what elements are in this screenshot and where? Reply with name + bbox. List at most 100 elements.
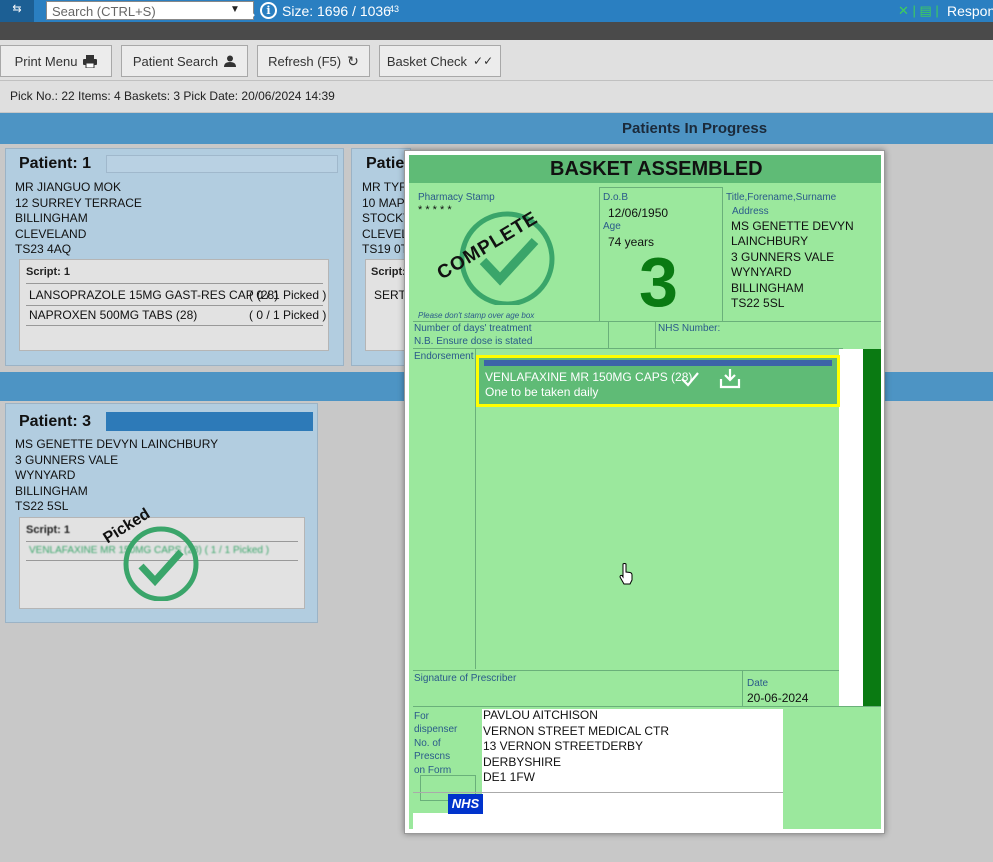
picked-checkmark-icon [123,526,199,601]
address-line: CLEVELAND [15,226,87,241]
excel-icon[interactable]: ✕ | ▤ | [898,3,939,19]
patient-address: MR JIANGUO MOK 12 SURREY TERRACE BILLING… [15,180,142,258]
dose-note-label: N.B. Ensure dose is stated [414,336,533,347]
nhs-number-label: NHS Number: [658,323,721,334]
refresh-label: Refresh (F5) [268,53,342,69]
hand-cursor-icon [619,563,633,585]
prescriber-line: PAVLOU AITCHISON [483,708,598,722]
drug-name: VENLAFAXINE MR 150MG CAPS (28) [485,370,693,384]
patient-label: Patient: 3 [19,413,92,430]
prescriber-line: VERNON STREET MEDICAL CTR [483,723,670,738]
basket-number: 3 [639,243,678,321]
info-icon[interactable]: i [260,2,277,19]
for-dispenser-line: No. of [414,737,441,749]
age-label: Age [603,221,621,232]
patient-card-3[interactable]: Patient: 3 MS GENETTE DEVYN LAINCHBURY 3… [5,403,318,623]
date-label: Date [747,678,769,689]
drug-item-bar [484,360,832,366]
divider [413,706,881,707]
signature-label: Signature of Prescriber [414,673,517,684]
drug-item-row[interactable]: VENLAFAXINE MR 150MG CAPS (28) One to be… [476,355,840,407]
divider [413,670,839,671]
divider [26,283,323,284]
printer-icon [83,54,98,68]
script-label: Script: 1 [26,266,71,278]
check-icon[interactable] [680,371,700,387]
refresh-icon: ↻ [347,52,359,69]
script-label: Script: 1 [26,524,71,536]
address-line: BILLINGHAM [15,211,88,225]
chevron-down-icon[interactable]: ▼ [230,4,240,15]
progress-header [0,113,993,144]
script-item-name[interactable]: NAPROXEN 500MG TABS (28) [29,308,197,322]
pharmacy-stars: * * * * * [418,204,452,216]
for-dispenser-line: For [414,711,429,722]
address-line: BILLINGHAM [15,483,88,498]
search-placeholder: Search (CTRL+S) [52,4,156,19]
address-line: MR JIANGUO MOK [15,180,122,194]
refresh-button[interactable]: Refresh (F5) ↻ [257,45,370,77]
date-value: 20-06-2024 [747,691,809,705]
address-line: MS GENETTE DEVYN LAINCHBURY [15,437,219,451]
divider [413,321,881,322]
address-line: TS22 5SL [731,296,785,311]
address-label: Address [732,206,769,217]
address-line: 12 SURREY TERRACE [15,195,142,210]
prescriber-line: 13 VERNON STREETDERBY [483,739,644,754]
patient-progress-bar [106,155,338,173]
patient-search-button[interactable]: Patient Search [121,45,248,77]
patient-address: MS GENETTE DEVYN LAINCHBURY 3 GUNNERS VA… [731,219,854,311]
script-box: Script: 1 LANSOPRAZOLE 15MG GAST-RES CAP… [19,259,329,351]
green-strip [863,349,881,707]
patient-search-label: Patient Search [132,53,219,69]
respon-label[interactable]: Respon [947,3,993,19]
pick-info: Pick No.: 22 Items: 4 Baskets: 3 Pick Da… [10,89,335,103]
address-line: BILLINGHAM [731,280,804,295]
divider [26,305,323,306]
progress-title: Patients In Progress [622,120,768,137]
days-treatment-label: Number of days' treatment [414,323,532,334]
print-menu-button[interactable]: Print Menu [0,45,112,77]
download-icon[interactable] [719,367,741,389]
size-label: Size: 1696 / 1036 [282,3,391,19]
double-check-icon: ✓✓ [473,54,494,68]
prescriber-line: DERBYSHIRE [483,754,562,769]
address-line: LAINCHBURY [731,234,809,249]
script-item-name[interactable]: LANSOPRAZOLE 15MG GAST-RES CAP (28) [29,288,278,302]
divider [655,321,656,349]
patient-progress-bar [106,412,313,431]
divider [413,792,783,793]
search-input[interactable]: Search (CTRL+S) ▼ [46,1,254,20]
patient-card-2[interactable]: Patie MR TYRO 10 MAPL STOCKTO CLEVELA TS… [351,148,414,366]
divider [413,348,843,349]
white-cell [413,813,483,829]
address-line: WYNYARD [15,468,76,482]
person-icon [224,55,237,67]
divider [742,670,743,706]
address-line: TS23 4AQ [15,242,72,256]
search-icon[interactable] [241,3,255,17]
patient-card-1[interactable]: Patient: 1 MR JIANGUO MOK 12 SURREY TERR… [5,148,344,366]
name-label: Title,Forename,Surname [726,192,837,203]
basket-check-label: Basket Check [386,53,468,69]
address-line: MS GENETTE DEVYN [731,219,854,233]
basket-check-button[interactable]: Basket Check ✓✓ [379,45,501,77]
patient-label: Patie [366,155,405,172]
script-label: Script: [371,266,406,278]
script-item-status: ( 0 / 1 Picked ) [249,288,327,302]
divider [26,325,323,326]
modal-title: BASKET ASSEMBLED [550,158,763,180]
white-strip [839,349,863,707]
for-dispenser-label: For dispenser No. of Prescns on Form [414,710,457,777]
address-line: TS22 5SL [15,499,69,513]
address-line: WYNYARD [731,265,792,280]
dob-label: D.o.B [603,192,629,203]
stamp-note: Please don't stamp over age box [418,311,535,320]
basket-assembled-dialog[interactable]: BASKET ASSEMBLED Pharmacy Stamp * * * * … [404,150,885,834]
drug-directions: One to be taken daily [485,385,599,399]
address-line: 3 GUNNERS VALE [731,249,835,264]
dark-bar [0,22,993,40]
app-logo-icon[interactable]: ⇆ [0,0,34,22]
divider [608,321,609,349]
address-line: 3 GUNNERS VALE [15,452,119,467]
